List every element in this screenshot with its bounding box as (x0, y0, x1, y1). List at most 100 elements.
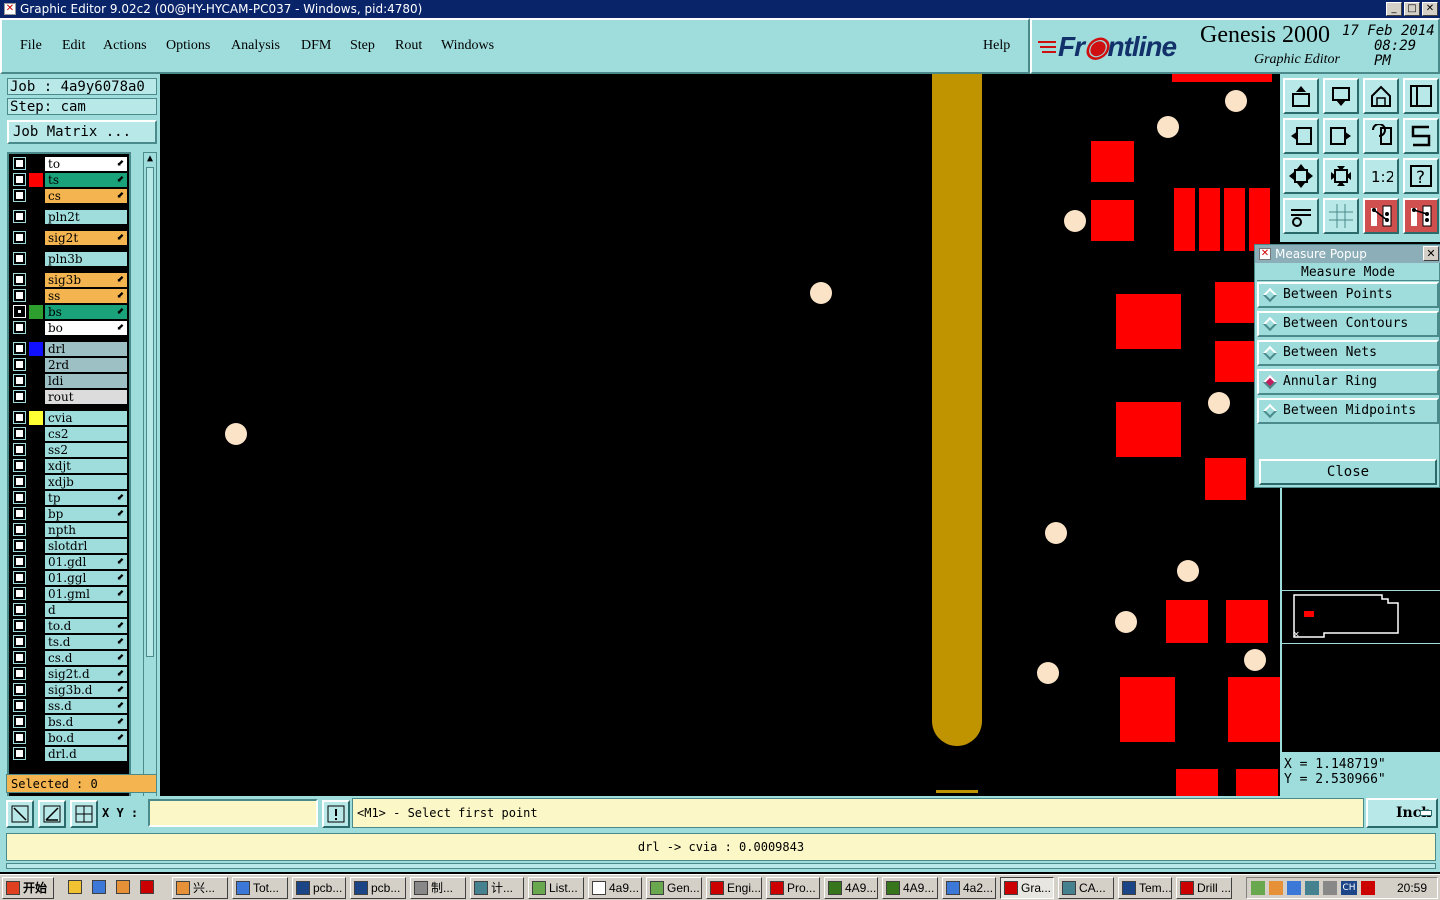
layer-checkbox[interactable] (13, 231, 26, 244)
option-between-points[interactable]: Between Points (1257, 282, 1439, 308)
layer-checkbox[interactable] (13, 443, 26, 456)
layer-row[interactable]: ts ⬋ (9, 172, 129, 188)
option-between-contours[interactable]: Between Contours (1257, 311, 1439, 337)
layer-row[interactable]: bo ⬋ (9, 320, 129, 336)
layer-color-swatch[interactable] (29, 619, 43, 633)
taskbar-item[interactable]: pcb... (350, 877, 406, 899)
layer-name[interactable]: sig3b.d ⬋ (45, 683, 127, 697)
layer-row[interactable]: 01.gdl ⬋ (9, 554, 129, 570)
layer-row[interactable]: to.d ⬋ (9, 618, 129, 634)
taskbar-item[interactable]: Tem... (1118, 877, 1172, 899)
layer-name[interactable]: ts ⬋ (45, 173, 127, 187)
layer-checkbox[interactable] (13, 731, 26, 744)
layer-checkbox[interactable] (13, 411, 26, 424)
layer-color-swatch[interactable] (29, 635, 43, 649)
tray-icon[interactable] (1323, 881, 1337, 895)
layer-name[interactable]: pln2t (45, 210, 127, 224)
layer-checkbox[interactable] (13, 571, 26, 584)
layer-row[interactable]: cs2 (9, 426, 129, 442)
taskbar-item[interactable]: 4A9... (882, 877, 938, 899)
layer-checkbox[interactable] (13, 667, 26, 680)
layer-checkbox[interactable] (13, 491, 26, 504)
layer-row[interactable]: to ⬋ (9, 156, 129, 172)
layer-row[interactable]: tp ⬋ (9, 490, 129, 506)
layer-name[interactable]: cvia (45, 411, 127, 425)
layer-name[interactable]: ss2 (45, 443, 127, 457)
layer-checkbox[interactable] (13, 157, 26, 170)
layer-checkbox[interactable] (13, 619, 26, 632)
layer-name[interactable]: sig2t.d ⬋ (45, 667, 127, 681)
zoom-button[interactable] (1323, 158, 1359, 194)
layer-name[interactable]: tp ⬋ (45, 491, 127, 505)
home-button[interactable] (1363, 78, 1399, 114)
layer-name[interactable]: bs.d ⬋ (45, 715, 127, 729)
undo-button[interactable] (1363, 118, 1399, 154)
layer-name[interactable]: cs.d ⬋ (45, 651, 127, 665)
close-icon[interactable]: ✕ (1423, 246, 1439, 261)
layer-row[interactable]: bs.d ⬋ (9, 714, 129, 730)
layer-name[interactable]: ss ⬋ (45, 289, 127, 303)
layer-color-swatch[interactable] (29, 667, 43, 681)
layer-checkbox[interactable] (13, 252, 26, 265)
taskbar-item[interactable]: 制... (410, 877, 466, 899)
layer-color-swatch[interactable] (29, 427, 43, 441)
quick-launch-icon[interactable] (92, 880, 106, 894)
layer-checkbox[interactable] (13, 305, 26, 318)
layer-row[interactable]: bo.d ⬋ (9, 730, 129, 746)
import-button[interactable] (1323, 78, 1359, 114)
layer-name[interactable]: 01.gdl ⬋ (45, 555, 127, 569)
fit-button[interactable] (1283, 158, 1319, 194)
taskbar-item[interactable]: 4a9... (588, 877, 642, 899)
layer-color-swatch[interactable] (29, 342, 43, 356)
layer-row[interactable]: ss ⬋ (9, 288, 129, 304)
layer-color-swatch[interactable] (29, 699, 43, 713)
layer-name[interactable]: ts.d ⬋ (45, 635, 127, 649)
tray-icon[interactable] (1361, 881, 1375, 895)
layer-row[interactable]: sig2t.d ⬋ (9, 666, 129, 682)
layer-checkbox[interactable] (13, 747, 26, 760)
layer-name[interactable]: pln3b (45, 252, 127, 266)
layer-name[interactable]: 01.ggl ⬋ (45, 571, 127, 585)
quick-launch-icon[interactable] (68, 880, 82, 894)
menu-edit[interactable]: Edit (62, 38, 85, 54)
layer-color-swatch[interactable] (29, 539, 43, 553)
layer-row[interactable]: bp ⬋ (9, 506, 129, 522)
export-button[interactable] (1283, 78, 1319, 114)
layer-checkbox[interactable] (13, 683, 26, 696)
layer-color-swatch[interactable] (29, 411, 43, 425)
layer-name[interactable]: 2rd (45, 358, 127, 372)
layer-row[interactable]: 01.gml ⬋ (9, 586, 129, 602)
layer-row[interactable]: d (9, 602, 129, 618)
menu-help[interactable]: Help (983, 38, 1010, 54)
layer-name[interactable]: rout (45, 390, 127, 404)
layer-color-swatch[interactable] (29, 603, 43, 617)
layer-color-swatch[interactable] (29, 683, 43, 697)
layer-name[interactable]: bo.d ⬋ (45, 731, 127, 745)
layer-name[interactable]: ldi (45, 374, 127, 388)
angle-button[interactable] (38, 800, 66, 828)
net-a-button[interactable] (1363, 198, 1399, 234)
layer-name[interactable]: bs ⬋ (45, 305, 127, 319)
layer-checkbox[interactable] (13, 374, 26, 387)
layer-row[interactable]: bs ⬋ (9, 304, 129, 320)
layer-name[interactable]: bp ⬋ (45, 507, 127, 521)
layer-scrollbar[interactable]: ▲ ▼ (143, 152, 157, 842)
layer-checkbox[interactable] (13, 321, 26, 334)
layer-color-swatch[interactable] (29, 715, 43, 729)
menu-actions[interactable]: Actions (103, 38, 147, 54)
layer-name[interactable]: drl (45, 342, 127, 356)
close-button[interactable]: Close (1259, 459, 1437, 485)
layer-checkbox[interactable] (13, 507, 26, 520)
grid-snap-button[interactable] (70, 800, 98, 828)
taskbar-item[interactable]: Drill ... (1176, 877, 1232, 899)
pan-right-button[interactable] (1323, 118, 1359, 154)
option-between-midpoints[interactable]: Between Midpoints (1257, 398, 1439, 424)
minimize-button[interactable]: _ (1386, 2, 1402, 16)
layer-color-swatch[interactable] (29, 571, 43, 585)
layer-row[interactable]: cvia (9, 410, 129, 426)
layer-checkbox[interactable] (13, 651, 26, 664)
layer-row[interactable]: cs.d ⬋ (9, 650, 129, 666)
grid-button[interactable] (1323, 198, 1359, 234)
layer-row[interactable]: 01.ggl ⬋ (9, 570, 129, 586)
layer-name[interactable]: d (45, 603, 127, 617)
